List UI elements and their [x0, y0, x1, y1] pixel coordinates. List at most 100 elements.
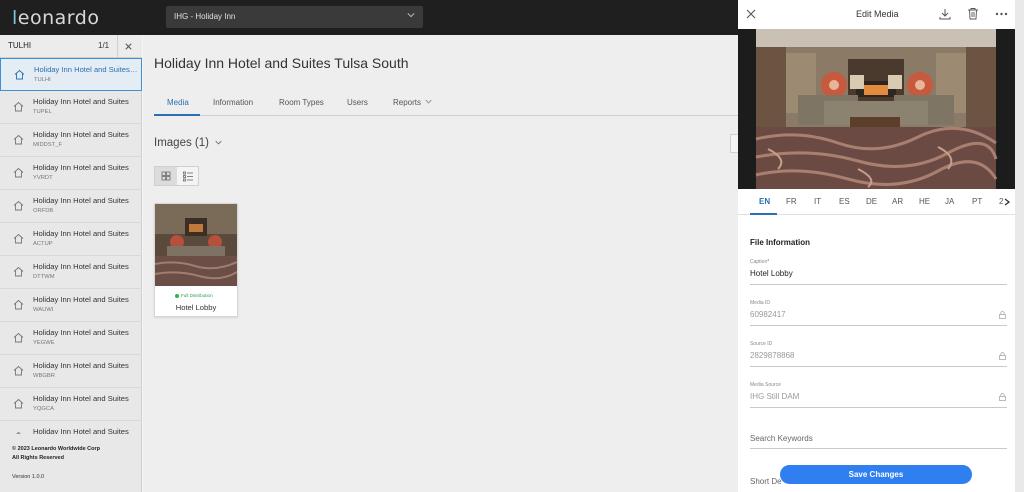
list-icon: [183, 171, 193, 182]
tab-room-types[interactable]: Room Types: [279, 98, 324, 107]
sidebar-item[interactable]: Holiday Inn Hotel and Suites YEGWE: [0, 322, 142, 355]
sidebar-item[interactable]: Holiday Inn Hotel and Suites YVRDT: [0, 157, 142, 190]
lang-tab-it[interactable]: IT: [814, 197, 821, 206]
search-keywords-input[interactable]: Search Keywords: [750, 423, 1007, 449]
lang-tab-pt[interactable]: PT: [972, 197, 982, 206]
lang-tab-ja[interactable]: JA: [945, 197, 954, 206]
tab-reports-label: Reports: [393, 98, 422, 107]
sidebar-item-code: YQGCA: [33, 406, 54, 412]
lock-icon: [999, 311, 1006, 319]
sidebar-item-name: Holiday Inn Hotel and Suites: [33, 361, 129, 370]
sidebar-item-name: Holiday Inn Hotel and Suites: [33, 196, 129, 205]
lang-tab-en[interactable]: EN: [759, 197, 770, 206]
grid-view-button[interactable]: [155, 167, 177, 185]
sidebar-item[interactable]: Holiday Inn Hotel and Suites MIDDST_F: [0, 124, 142, 157]
sidebar-item-name: Holiday Inn Hotel and Suites: [33, 295, 129, 304]
property-list: Holiday Inn Hotel and Suites Tulsa South…: [0, 58, 142, 434]
caption-value: Hotel Lobby: [750, 269, 793, 278]
hotel-lobby-thumbnail: [155, 204, 237, 286]
sidebar-item[interactable]: Holiday Inn Hotel and Suites Tulsa South…: [0, 58, 142, 91]
rights-line: All Rights Reserved: [12, 455, 64, 461]
home-icon: [13, 134, 24, 145]
media-card[interactable]: Full Distribution Hotel Lobby: [154, 203, 238, 317]
media-id-label: Media ID: [750, 300, 771, 306]
sidebar-item[interactable]: Holiday Inn Hotel and Suites ORFDB: [0, 190, 142, 223]
caption-label-text: Caption: [750, 259, 768, 265]
more-options-icon[interactable]: [995, 12, 1008, 16]
source-id-value: 2829878868: [750, 351, 795, 360]
home-icon: [13, 299, 24, 310]
lang-tab-more[interactable]: 2: [999, 197, 1003, 206]
list-view-button[interactable]: [177, 167, 199, 185]
sidebar-item[interactable]: Holiday Inn Hotel and Suites TUPEL: [0, 91, 142, 124]
save-changes-button[interactable]: Save Changes: [780, 465, 972, 484]
close-icon[interactable]: [746, 9, 756, 19]
sidebar-item[interactable]: Holiday Inn Hotel and Suites WBGBR: [0, 355, 142, 388]
sidebar-item-name: Holiday Inn Hotel and Suites: [33, 394, 129, 403]
sidebar-item-name: Holiday Inn Hotel and Suites: [33, 427, 129, 434]
lang-tab-he[interactable]: HE: [919, 197, 930, 206]
sidebar-item[interactable]: Holiday Inn Hotel and Suites YQGCA: [0, 388, 142, 421]
distribution-status: Full Distribution: [175, 293, 213, 298]
lang-tab-de[interactable]: DE: [866, 197, 877, 206]
sidebar-item-code: TUPEL: [33, 109, 52, 115]
images-header[interactable]: Images (1): [154, 137, 222, 149]
sidebar-item[interactable]: Holiday Inn Hotel and Suites WAUWI: [0, 289, 142, 322]
sidebar-item-name: Holiday Inn Hotel and Suites: [33, 328, 129, 337]
active-tab-indicator: [154, 114, 200, 116]
sidebar-item-code: TULHI: [34, 77, 51, 83]
trash-icon[interactable]: [967, 7, 979, 20]
distribution-label: Full Distribution: [181, 293, 213, 298]
edit-media-drawer: Edit Media EN FR IT ES DE AR HE JA PT 2 …: [738, 0, 1024, 492]
clear-search-icon[interactable]: [124, 42, 133, 51]
property-sidebar: TULHI 1/1 Holiday Inn Hotel and Suites T…: [0, 35, 142, 492]
media-source-value: IHG Still DAM: [750, 392, 800, 401]
home-icon: [13, 200, 24, 211]
sidebar-item-name: Holiday Inn Hotel and Suites Tulsa South: [34, 65, 138, 74]
tab-users[interactable]: Users: [347, 98, 368, 107]
sidebar-item[interactable]: Holiday Inn Hotel and Suites DTTWM: [0, 256, 142, 289]
caption-field[interactable]: Caption* Hotel Lobby: [750, 259, 1007, 285]
section-title: File Information: [750, 238, 810, 247]
sidebar-item-code: YVRDT: [33, 175, 53, 181]
media-preview-image: [738, 29, 1015, 189]
chevron-down-icon: [215, 140, 222, 145]
card-caption: Hotel Lobby: [175, 303, 217, 312]
drawer-header: Edit Media: [738, 0, 1024, 29]
media-source-field: Media Source IHG Still DAM: [750, 382, 1007, 408]
search-input[interactable]: TULHI: [8, 41, 31, 50]
brand-select[interactable]: IHG - Holiday Inn: [166, 6, 423, 28]
tab-reports[interactable]: Reports: [393, 98, 432, 107]
lock-icon: [999, 352, 1006, 360]
home-icon: [13, 398, 24, 409]
sidebar-item-code: DTTWM: [33, 274, 55, 280]
grid-icon: [161, 171, 171, 181]
download-icon[interactable]: [939, 8, 951, 20]
tab-bar: Media Information Room Types Users Repor…: [154, 93, 738, 116]
tab-information[interactable]: Information: [213, 98, 253, 107]
search-keywords-placeholder: Search Keywords: [750, 434, 813, 443]
brand-select-value: IHG - Holiday Inn: [174, 12, 236, 21]
page-title: Holiday Inn Hotel and Suites Tulsa South: [154, 55, 409, 71]
chevron-right-icon[interactable]: [1004, 198, 1010, 206]
sidebar-item[interactable]: Holiday Inn Hotel and Suites: [0, 421, 142, 434]
source-id-label: Source ID: [750, 341, 773, 347]
main-content: Holiday Inn Hotel and Suites Tulsa South…: [143, 35, 740, 492]
sidebar-search: TULHI 1/1: [0, 35, 142, 58]
caption-label: Caption*: [750, 259, 769, 265]
lang-tab-es[interactable]: ES: [839, 197, 850, 206]
page-scrollbar[interactable]: [1015, 0, 1024, 492]
sidebar-item[interactable]: Holiday Inn Hotel and Suites ACTUP: [0, 223, 142, 256]
drawer-title: Edit Media: [856, 9, 899, 19]
copyright-line: © 2023 Leonardo Worldwide Corp: [12, 446, 100, 452]
result-count: 1/1: [98, 41, 110, 50]
sidebar-item-code: WAUWI: [33, 307, 54, 313]
leonardo-logo[interactable]: leonardo: [12, 7, 99, 29]
sidebar-item-name: Holiday Inn Hotel and Suites: [33, 163, 129, 172]
tab-media[interactable]: Media: [167, 98, 189, 107]
lang-tab-fr[interactable]: FR: [786, 197, 797, 206]
lang-tab-ar[interactable]: AR: [892, 197, 903, 206]
sidebar-item-code: ACTUP: [33, 241, 53, 247]
view-toggle: [154, 166, 199, 186]
images-count-label: Images (1): [154, 137, 209, 149]
